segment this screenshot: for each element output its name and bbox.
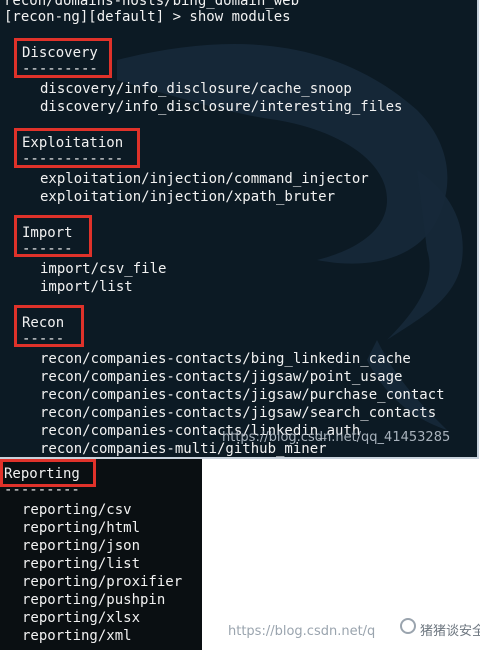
section-rule-import: ------	[22, 241, 73, 257]
module-line: reporting/pushpin	[22, 592, 166, 608]
module-line: reporting/list	[22, 556, 141, 572]
terminal-window[interactable]: recon/domains-hosts/bing_domain_web [rec…	[0, 0, 479, 459]
module-line: recon/companies-contacts/jigsaw/search_c…	[40, 405, 437, 421]
module-line: reporting/xlsx	[22, 610, 141, 626]
module-line: discovery/info_disclosure/interesting_fi…	[40, 99, 403, 115]
module-line: import/csv_file	[40, 261, 167, 277]
watermark-url-bottom: https://blog.csdn.net/q	[228, 624, 376, 639]
module-line: discovery/info_disclosure/cache_snoop	[40, 81, 352, 97]
module-line: reporting/xml	[22, 628, 132, 644]
module-line: recon/companies-contacts/bing_linkedin_c…	[40, 351, 411, 367]
module-line: reporting/json	[22, 538, 141, 554]
wechat-logo-icon	[400, 618, 416, 634]
section-rule-reporting: ---------	[4, 482, 80, 498]
module-line: reporting/csv	[22, 502, 132, 518]
module-line: reporting/html	[22, 520, 141, 536]
section-rule-exploitation: ------------	[22, 151, 124, 167]
terminal-prompt: [recon-ng][default] > show modules	[4, 9, 291, 25]
module-line: recon/companies-contacts/jigsaw/point_us…	[40, 369, 403, 385]
module-line: recon/companies-contacts/jigsaw/purchase…	[40, 387, 445, 403]
module-line: reporting/proxifier	[22, 574, 183, 590]
watermark-wechat: 猪猪谈安全	[420, 624, 480, 639]
module-line: exploitation/injection/xpath_bruter	[40, 189, 336, 205]
section-rule-recon: -----	[22, 331, 65, 347]
watermark-url-top: https://blog.csdn.net/qq_41453285	[222, 430, 451, 445]
section-rule-discovery: ---------	[22, 61, 98, 77]
module-line: import/list	[40, 279, 133, 295]
module-line: exploitation/injection/command_injector	[40, 171, 369, 187]
terminal-window-reporting[interactable]: Reporting --------- reporting/csv report…	[0, 459, 202, 650]
